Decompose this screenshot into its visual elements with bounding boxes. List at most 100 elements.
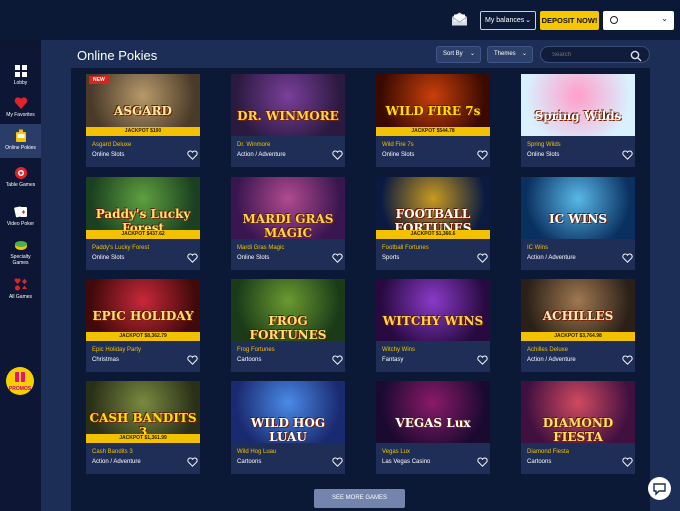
game-logo: ACHILLES [542, 309, 614, 323]
game-title[interactable]: Spring Wilds [527, 142, 561, 148]
see-more-games-button[interactable]: SEE MORE GAMES [314, 489, 405, 508]
game-title[interactable]: Achilles Deluxe [527, 347, 568, 353]
sort-by-dropdown[interactable]: Sort By ⌄ [436, 46, 481, 63]
game-card[interactable]: MARDI GRAS MAGIC Mardi Gras Magic Online… [231, 177, 345, 270]
favorite-heart-icon[interactable] [332, 253, 343, 263]
game-thumbnail[interactable]: VEGAS Lux [376, 381, 490, 443]
game-title[interactable]: IC Wins [527, 245, 548, 251]
game-card[interactable]: WILD HOG LUAU Wild Hog Luau Cartoons [231, 381, 345, 474]
deposit-button[interactable]: DEPOSIT NOW! [540, 11, 599, 30]
game-card[interactable]: ASGARD NEW JACKPOT $100 Asgard Deluxe On… [86, 74, 200, 167]
game-title[interactable]: Frog Fortunes [237, 347, 275, 353]
game-thumbnail[interactable]: EPIC HOLIDAY JACKPOT $8,362.79 [86, 279, 200, 341]
game-thumbnail[interactable]: Paddy's Lucky Forest JACKPOT $437.62 [86, 177, 200, 239]
favorite-heart-icon[interactable] [332, 150, 343, 160]
game-thumbnail[interactable]: IC WINS [521, 177, 635, 239]
game-card[interactable]: FOOTBALL FORTUNES JACKPOT $1,366.6 Footb… [376, 177, 490, 270]
game-category: Las Vegas Casino [382, 459, 431, 465]
game-logo: EPIC HOLIDAY [92, 309, 194, 323]
game-category: Action / Adventure [527, 255, 576, 261]
game-card[interactable]: WILD FIRE 7s JACKPOT $544.78 Wild Fire 7… [376, 74, 490, 167]
game-card[interactable]: FROG FORTUNES Frog Fortunes Cartoons [231, 279, 345, 372]
game-thumbnail[interactable]: WILD HOG LUAU [231, 381, 345, 443]
game-card[interactable]: DIAMOND FIESTA Diamond Fiesta Cartoons [521, 381, 635, 474]
favorite-heart-icon[interactable] [187, 457, 198, 467]
favorite-heart-icon[interactable] [187, 355, 198, 365]
game-title[interactable]: Witchy Wins [382, 347, 415, 353]
game-thumbnail[interactable]: Spring Wilds [521, 74, 635, 136]
favorite-heart-icon[interactable] [622, 150, 633, 160]
game-card[interactable]: Spring Wilds Spring Wilds Online Slots [521, 74, 635, 167]
game-card[interactable]: CASH BANDITS 3 JACKPOT $1,361.99 Cash Ba… [86, 381, 200, 474]
balances-dropdown[interactable]: My balances ⌄ [480, 11, 536, 30]
game-card[interactable]: DR. WINMORE Dr. Winmore Action / Adventu… [231, 74, 345, 167]
game-thumbnail[interactable]: CASH BANDITS 3 JACKPOT $1,361.99 [86, 381, 200, 443]
game-logo: WITCHY WINS [382, 314, 484, 328]
game-category: Online Slots [237, 255, 270, 261]
game-title[interactable]: Football Fortunes [382, 245, 429, 251]
chevron-down-icon: ⌄ [521, 51, 527, 57]
favorite-heart-icon[interactable] [477, 253, 488, 263]
game-category: Action / Adventure [92, 459, 141, 465]
game-card[interactable]: Paddy's Lucky Forest JACKPOT $437.62 Pad… [86, 177, 200, 270]
account-dropdown[interactable]: ⌄ [603, 11, 674, 30]
chat-button[interactable] [648, 477, 671, 500]
sidebar-item-all-games[interactable]: All Games [0, 278, 41, 300]
game-thumbnail[interactable]: WITCHY WINS [376, 279, 490, 341]
favorite-heart-icon[interactable] [477, 355, 488, 365]
game-card[interactable]: IC WINS IC Wins Action / Adventure [521, 177, 635, 270]
game-category: Online Slots [527, 152, 560, 158]
game-thumbnail[interactable]: FROG FORTUNES [231, 279, 345, 341]
favorite-heart-icon[interactable] [477, 457, 488, 467]
favorite-heart-icon[interactable] [477, 150, 488, 160]
game-logo: IC WINS [548, 212, 608, 226]
sidebar-item-video-poker[interactable]: Video Poker [0, 205, 41, 227]
themes-dropdown[interactable]: Themes ⌄ [487, 46, 533, 63]
game-category: Action / Adventure [237, 152, 286, 158]
game-logo: VEGAS Lux [395, 416, 471, 430]
game-title[interactable]: Wild Fire 7s [382, 142, 414, 148]
promos-button[interactable]: PROMOS [6, 367, 34, 395]
favorite-heart-icon[interactable] [622, 355, 633, 365]
favorite-heart-icon[interactable] [332, 457, 343, 467]
sidebar-item-favorites[interactable]: My Favorites [0, 96, 41, 118]
mail-icon[interactable] [451, 12, 468, 26]
game-title[interactable]: Epic Holiday Party [92, 347, 141, 353]
game-thumbnail[interactable]: DIAMOND FIESTA [521, 381, 635, 443]
favorite-heart-icon[interactable] [622, 457, 633, 467]
game-title[interactable]: Asgard Deluxe [92, 142, 131, 148]
game-card[interactable]: VEGAS Lux Vegas Lux Las Vegas Casino [376, 381, 490, 474]
user-icon [610, 16, 618, 24]
game-title[interactable]: Vegas Lux [382, 449, 410, 455]
game-thumbnail[interactable]: WILD FIRE 7s JACKPOT $544.78 [376, 74, 490, 136]
game-card[interactable]: ACHILLES JACKPOT $3,764.98 Achilles Delu… [521, 279, 635, 372]
game-thumbnail[interactable]: FOOTBALL FORTUNES JACKPOT $1,366.6 [376, 177, 490, 239]
sidebar-item-specialty-games[interactable]: Specialty Games [0, 238, 41, 266]
sidebar-item-table-games[interactable]: Table Games [0, 166, 41, 188]
game-thumbnail[interactable]: DR. WINMORE [231, 74, 345, 136]
game-title[interactable]: Paddy's Lucky Forest [92, 245, 149, 251]
favorite-heart-icon[interactable] [332, 355, 343, 365]
heart-icon [14, 97, 27, 109]
game-card[interactable]: EPIC HOLIDAY JACKPOT $8,362.79 Epic Holi… [86, 279, 200, 372]
game-thumbnail[interactable]: ASGARD NEW JACKPOT $100 [86, 74, 200, 136]
favorite-heart-icon[interactable] [187, 150, 198, 160]
game-title[interactable]: Dr. Winmore [237, 142, 270, 148]
game-thumbnail[interactable]: MARDI GRAS MAGIC [231, 177, 345, 239]
slot-machine-icon [15, 129, 26, 142]
game-art [521, 74, 635, 136]
lobby-icon [14, 65, 27, 77]
game-title[interactable]: Diamond Fiesta [527, 449, 569, 455]
game-thumbnail[interactable]: ACHILLES JACKPOT $3,764.98 [521, 279, 635, 341]
game-art [376, 381, 490, 443]
game-title[interactable]: Wild Hog Luau [237, 449, 276, 455]
game-title[interactable]: Cash Bandits 3 [92, 449, 133, 455]
game-card[interactable]: WITCHY WINS Witchy Wins Fantasy [376, 279, 490, 372]
favorite-heart-icon[interactable] [622, 253, 633, 263]
search-icon[interactable] [630, 49, 642, 62]
game-title[interactable]: Mardi Gras Magic [237, 245, 284, 251]
sidebar-item-lobby[interactable]: Lobby [0, 64, 41, 86]
sidebar-item-online-pokies[interactable]: Online Pokies [0, 124, 41, 158]
gift-icon [15, 372, 25, 382]
favorite-heart-icon[interactable] [187, 253, 198, 263]
